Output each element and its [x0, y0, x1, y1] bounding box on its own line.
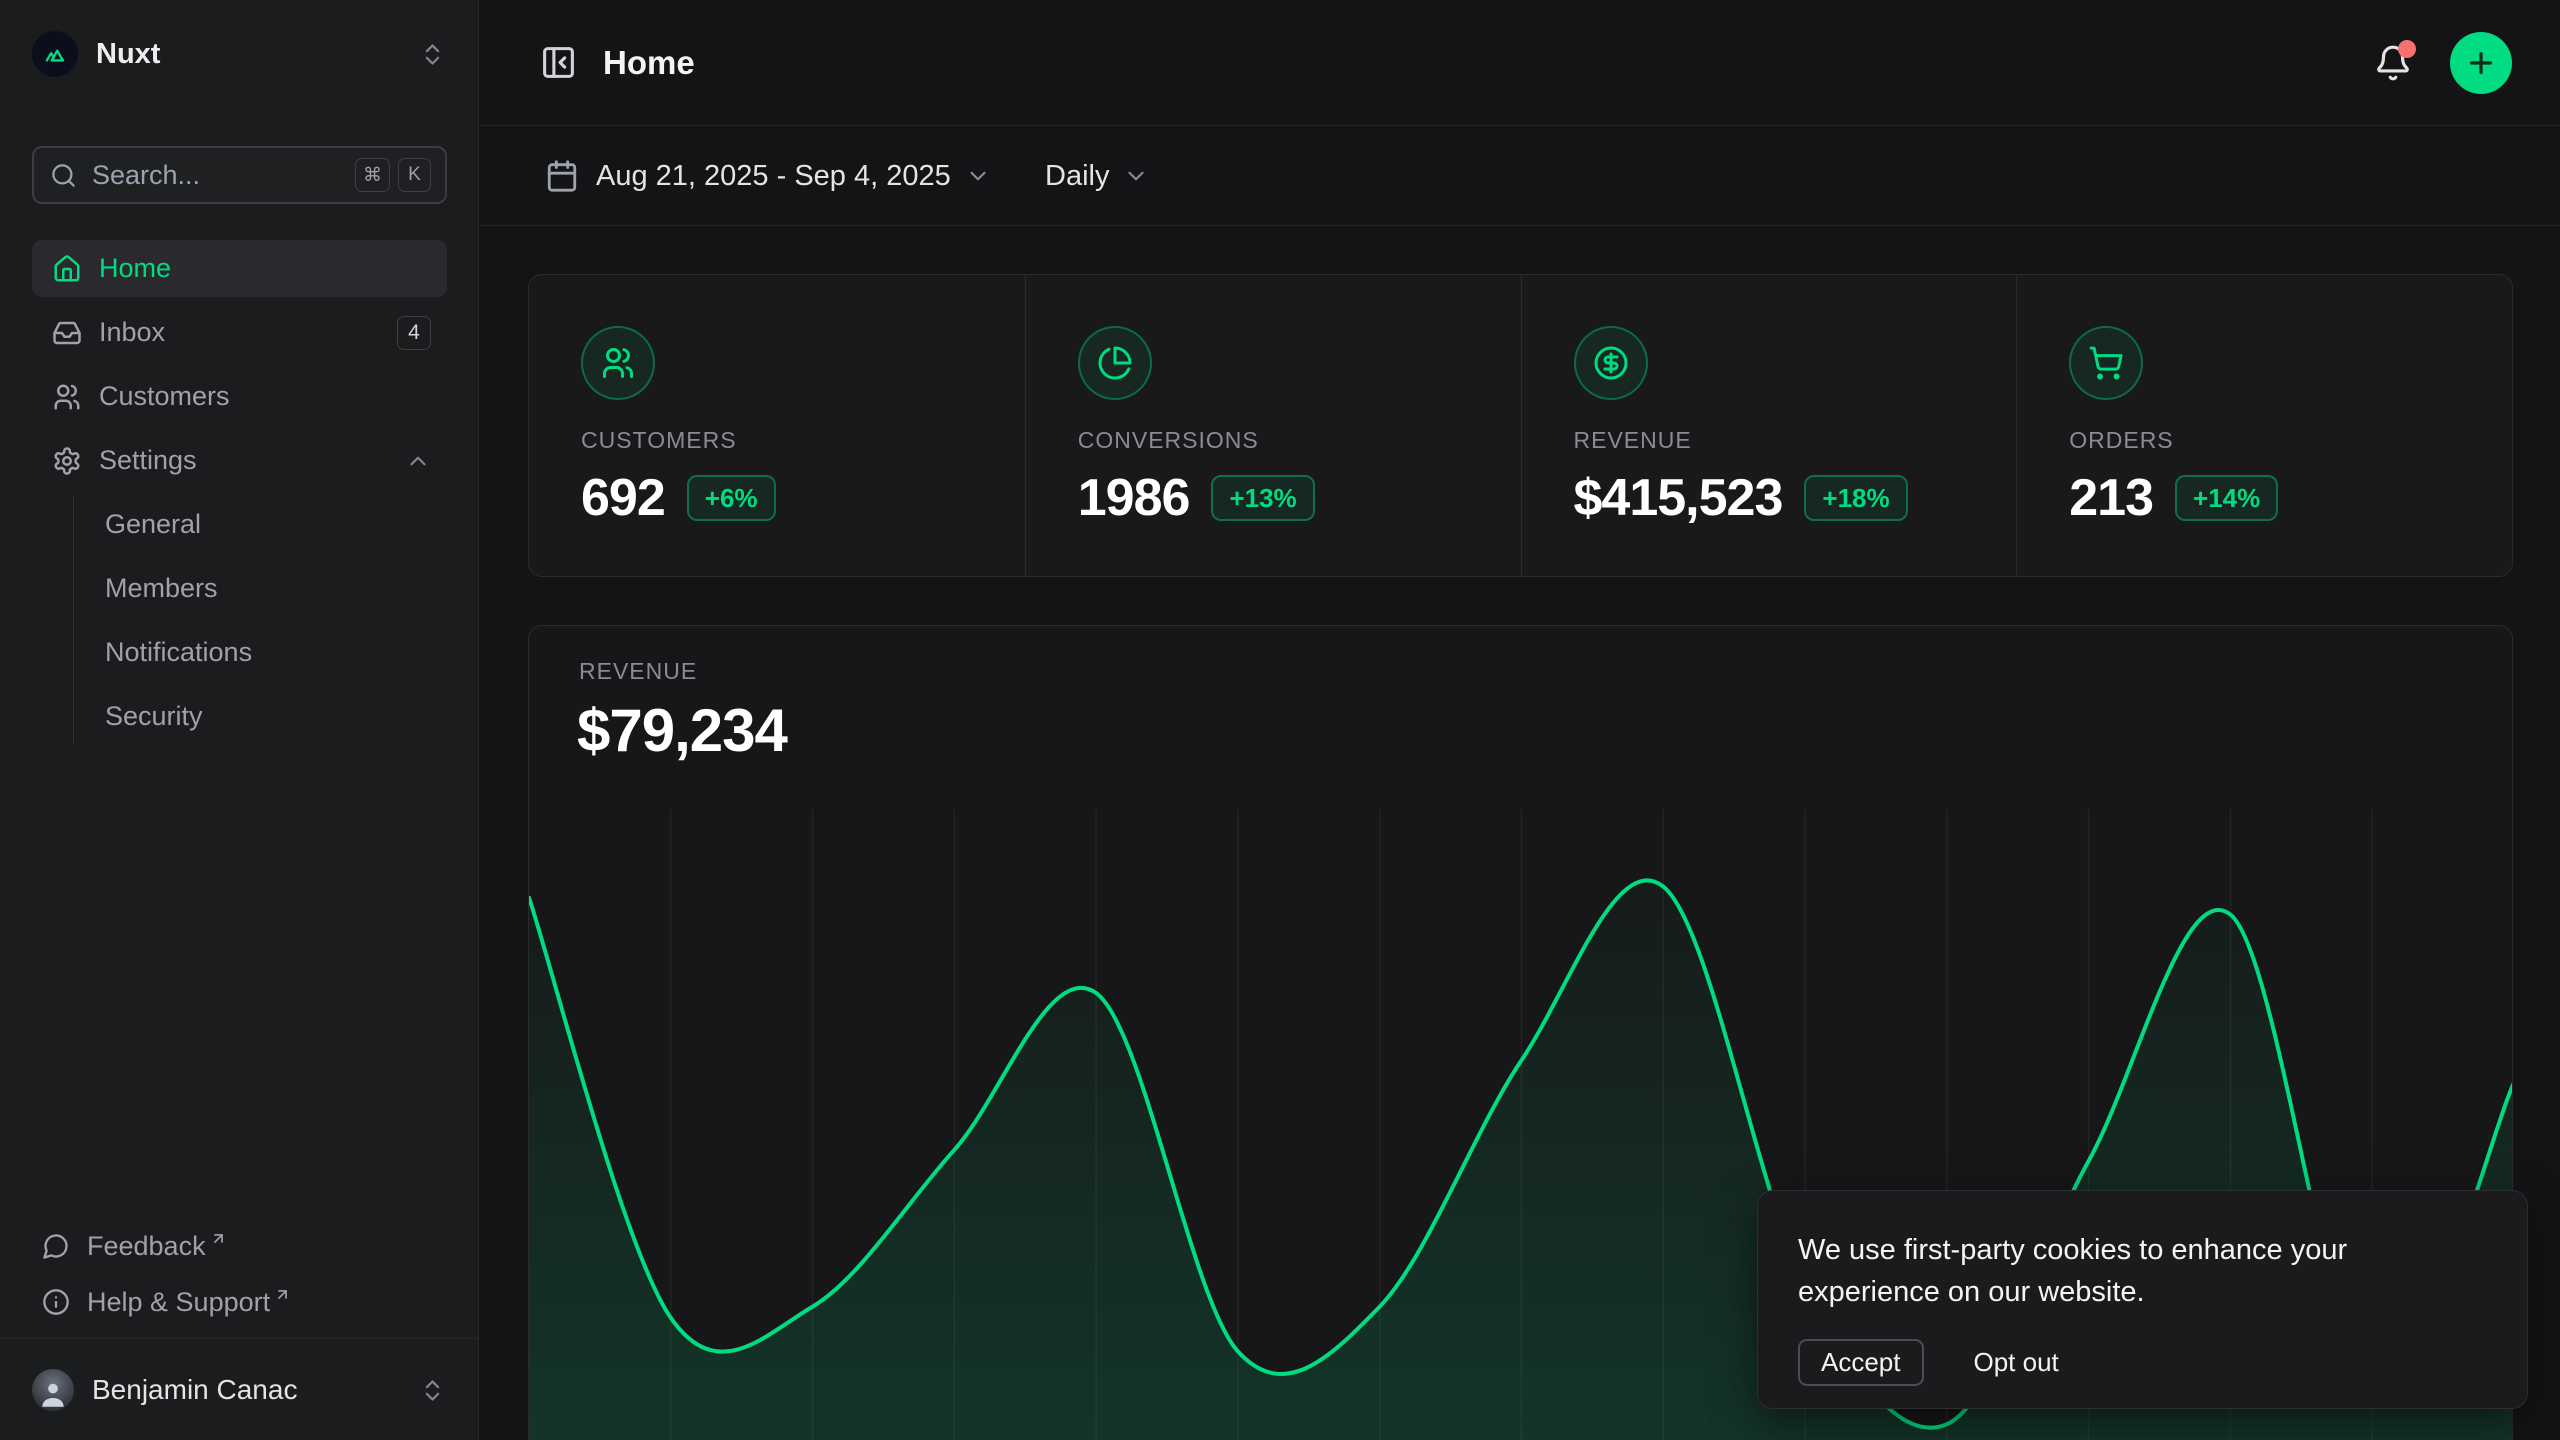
footer-link-label: Feedback	[87, 1231, 206, 1262]
sub-item-label: General	[105, 509, 201, 540]
chevron-down-icon	[965, 163, 991, 189]
revenue-panel-value: $79,234	[577, 696, 787, 765]
house-icon	[52, 254, 82, 284]
stat-value: 692	[581, 468, 665, 528]
stats-panel: CUSTOMERS 692 +6% CONVERSIONS 1986 +13% …	[528, 274, 2513, 577]
users-icon	[52, 382, 82, 412]
page-title: Home	[603, 44, 695, 82]
stat-label: ORDERS	[2069, 427, 2512, 454]
settings-subnav: General Members Notifications Security	[73, 496, 447, 744]
team-switcher[interactable]: Nuxt	[32, 26, 446, 82]
sidebar-item-members[interactable]: Members	[74, 560, 447, 616]
sidebar-item-home[interactable]: Home	[32, 240, 447, 297]
user-menu[interactable]: Benjamin Canac	[32, 1340, 446, 1440]
calendar-icon	[545, 159, 579, 193]
external-link-icon	[274, 1286, 291, 1303]
sidebar-item-label: Inbox	[99, 317, 165, 348]
date-range-label: Aug 21, 2025 - Sep 4, 2025	[596, 160, 951, 193]
sidebar-item-notifications[interactable]: Notifications	[74, 624, 447, 680]
sidebar-footer: Feedback Help & Support	[32, 1214, 446, 1326]
dollar-circle-icon	[1574, 326, 1648, 400]
search-icon	[50, 162, 77, 189]
page-header: Home	[479, 0, 2560, 126]
header-actions	[2374, 32, 2512, 94]
notifications-button[interactable]	[2374, 44, 2412, 82]
cookie-message: We use first-party cookies to enhance yo…	[1798, 1229, 2487, 1313]
search-input[interactable]: Search... ⌘ K	[32, 146, 447, 204]
team-name: Nuxt	[96, 38, 160, 71]
stat-card-conversions[interactable]: CONVERSIONS 1986 +13%	[1025, 275, 1521, 576]
sub-item-label: Notifications	[105, 637, 252, 668]
plus-icon	[2465, 47, 2497, 79]
stat-delta-badge: +13%	[1211, 475, 1314, 521]
chevrons-up-down-icon	[419, 1377, 446, 1404]
stat-value: 1986	[1078, 468, 1190, 528]
search-placeholder: Search...	[92, 160, 200, 191]
stat-card-customers[interactable]: CUSTOMERS 692 +6%	[529, 275, 1025, 576]
revenue-panel-label: REVENUE	[579, 658, 697, 685]
interval-label: Daily	[1045, 160, 1109, 193]
inbox-icon	[52, 318, 82, 348]
sidebar-item-label: Settings	[99, 445, 197, 476]
panel-left-close-icon	[540, 44, 577, 81]
avatar	[32, 1369, 74, 1411]
chevron-down-icon	[1123, 163, 1149, 189]
stat-card-revenue[interactable]: REVENUE $415,523 +18%	[1521, 275, 2017, 576]
kbd-cmd: ⌘	[355, 158, 390, 192]
info-circle-icon	[42, 1288, 70, 1316]
stat-card-orders[interactable]: ORDERS 213 +14%	[2016, 275, 2512, 576]
toolbar: Aug 21, 2025 - Sep 4, 2025 Daily	[479, 126, 2560, 226]
sub-item-label: Security	[105, 701, 203, 732]
stat-delta-badge: +6%	[687, 475, 776, 521]
stat-label: REVENUE	[1574, 427, 2017, 454]
stat-label: CUSTOMERS	[581, 427, 1025, 454]
stat-value: 213	[2069, 468, 2153, 528]
sidebar-nav: Home Inbox 4 Customers	[32, 240, 447, 752]
stat-value: $415,523	[1574, 468, 1783, 528]
chevrons-up-down-icon	[419, 41, 446, 68]
sidebar-item-security[interactable]: Security	[74, 688, 447, 744]
sidebar-divider	[0, 1338, 478, 1339]
feedback-link[interactable]: Feedback	[32, 1222, 446, 1270]
stat-label: CONVERSIONS	[1078, 427, 1521, 454]
gear-icon	[52, 446, 82, 476]
sidebar-item-settings[interactable]: Settings	[32, 432, 447, 489]
search-kbd-group: ⌘ K	[355, 158, 431, 192]
sidebar-item-customers[interactable]: Customers	[32, 368, 447, 425]
stat-delta-badge: +14%	[2175, 475, 2278, 521]
nuxt-logo-icon	[32, 31, 78, 77]
sidebar-item-label: Customers	[99, 381, 230, 412]
notification-dot	[2398, 40, 2416, 58]
sidebar: Nuxt Search... ⌘ K Home	[0, 0, 479, 1440]
accept-button[interactable]: Accept	[1798, 1339, 1924, 1386]
interval-select[interactable]: Daily	[1045, 126, 1149, 226]
add-button[interactable]	[2450, 32, 2512, 94]
sidebar-item-general[interactable]: General	[74, 496, 447, 552]
opt-out-button[interactable]: Opt out	[1974, 1347, 2059, 1378]
help-support-link[interactable]: Help & Support	[32, 1278, 446, 1326]
users-icon	[581, 326, 655, 400]
user-name: Benjamin Canac	[92, 1374, 297, 1406]
external-link-icon	[210, 1230, 227, 1247]
footer-link-label: Help & Support	[87, 1287, 270, 1318]
cookie-banner: We use first-party cookies to enhance yo…	[1757, 1190, 2528, 1409]
sidebar-item-inbox[interactable]: Inbox 4	[32, 304, 447, 361]
inbox-count-badge: 4	[397, 316, 431, 350]
kbd-k: K	[398, 158, 431, 192]
sidebar-toggle-button[interactable]	[540, 44, 577, 81]
sidebar-item-label: Home	[99, 253, 171, 284]
shopping-cart-icon	[2069, 326, 2143, 400]
message-circle-icon	[42, 1232, 70, 1260]
chevron-up-icon	[405, 448, 431, 474]
date-range-picker[interactable]: Aug 21, 2025 - Sep 4, 2025	[545, 126, 991, 226]
pie-chart-icon	[1078, 326, 1152, 400]
dashboard-app: Nuxt Search... ⌘ K Home	[0, 0, 2560, 1440]
sub-item-label: Members	[105, 573, 218, 604]
stat-delta-badge: +18%	[1804, 475, 1907, 521]
